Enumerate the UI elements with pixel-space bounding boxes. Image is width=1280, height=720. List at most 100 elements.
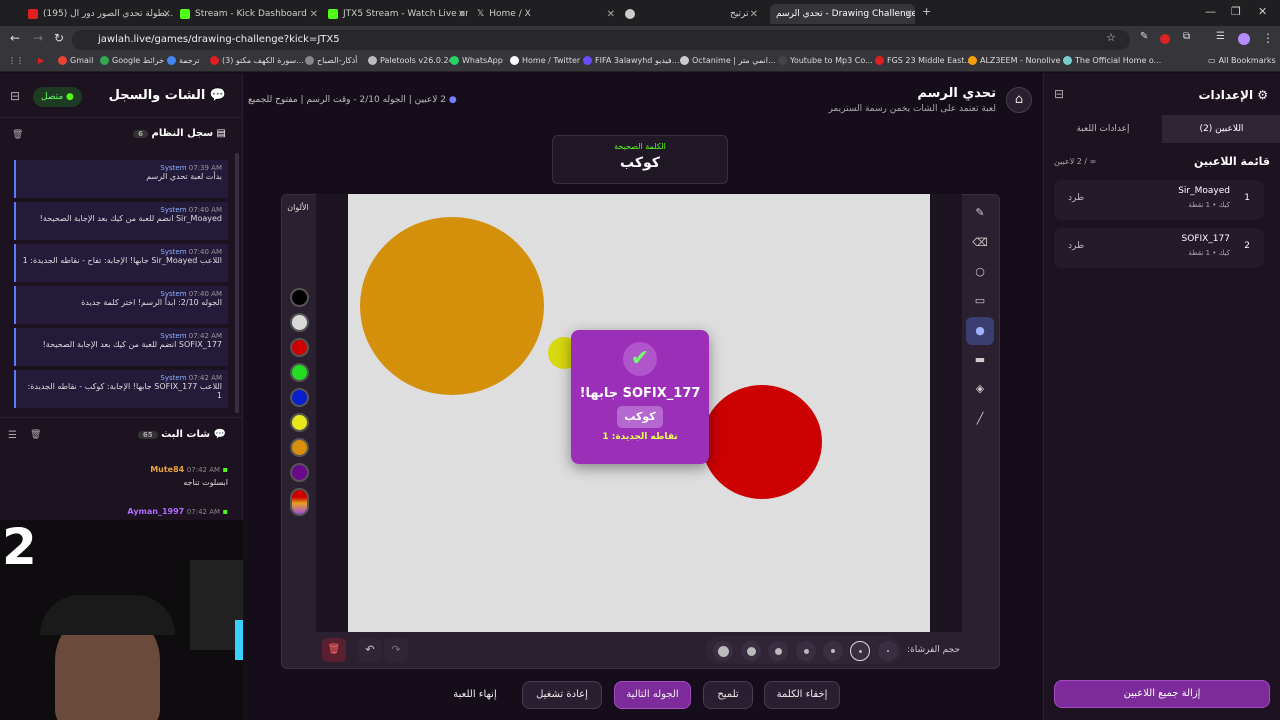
browser-tab-active[interactable]: تحدي الرسم - Drawing Challenge ✕ bbox=[770, 4, 915, 24]
restart-button[interactable]: إعادة تشغيل bbox=[522, 681, 602, 709]
minimize-icon[interactable]: — bbox=[1205, 5, 1216, 18]
webcam-overlay: 2 bbox=[0, 520, 243, 720]
maximize-icon[interactable]: ❐ bbox=[1231, 5, 1241, 18]
color-swatch[interactable] bbox=[290, 388, 309, 407]
trash-icon[interactable]: 🗑 bbox=[12, 130, 23, 140]
more-menu-icon[interactable]: ⋮ bbox=[1262, 31, 1274, 45]
bookmark-item[interactable]: Youtube to Mp3 Co... bbox=[778, 56, 873, 65]
tab-search-icon[interactable]: ☰ bbox=[1216, 31, 1225, 42]
scrollbar[interactable] bbox=[235, 153, 239, 413]
brush-size-option[interactable] bbox=[713, 641, 733, 661]
kick-player-button[interactable]: طرد bbox=[1068, 193, 1084, 203]
bookmark-item[interactable]: أذكار-الصباح bbox=[305, 56, 357, 65]
bookmark-item[interactable]: Octanime | انمي متر... bbox=[680, 56, 776, 65]
close-window-icon[interactable]: ✕ bbox=[1258, 5, 1267, 18]
bookmark-item[interactable]: The Official Home o... bbox=[1063, 56, 1161, 65]
color-swatch[interactable] bbox=[290, 413, 309, 432]
avatar[interactable] bbox=[1238, 33, 1250, 45]
browser-tab-bar: (195) بطولة تحدي الصور دور ال...✕ Stream… bbox=[0, 0, 1280, 26]
remove-all-players-button[interactable]: إزالة جميع اللاعبين bbox=[1054, 680, 1270, 708]
back-icon[interactable]: ← bbox=[10, 31, 20, 45]
new-tab-icon[interactable]: + bbox=[922, 5, 931, 18]
chat-panel: ⊟ متصل ● 💬 الشات والسجل 🗑 ▤ سجل النظام 6… bbox=[0, 73, 243, 720]
bookmark-item[interactable]: Gmail bbox=[58, 56, 93, 65]
popup-word: كوكب bbox=[617, 406, 663, 428]
log-item: System 07:40 AM الجوله 2/10: ابدأ الرسم! … bbox=[14, 286, 228, 324]
browser-tab[interactable]: (195) بطولة تحدي الصور دور ال...✕ bbox=[28, 4, 173, 24]
brush-size-option-selected[interactable] bbox=[850, 641, 870, 661]
bookmark-item[interactable]: FIFA 3alawyhd فيديو... bbox=[583, 56, 679, 65]
clear-canvas-icon[interactable]: 🗑 bbox=[322, 638, 346, 662]
color-swatch[interactable] bbox=[290, 363, 309, 382]
gear-icon: ⚙ bbox=[1253, 88, 1268, 102]
youtube-icon[interactable]: ▶ bbox=[38, 56, 44, 65]
player-row: 2 SOFIX_177 كيك • 1 نقطة طرد bbox=[1054, 228, 1264, 268]
home-icon[interactable]: ⌂ bbox=[1006, 87, 1032, 113]
bookmark-item[interactable]: WhatsApp bbox=[450, 56, 503, 65]
rectangle-fill-icon[interactable]: ▬ bbox=[966, 346, 994, 374]
popup-title: SOFIX_177 جابها! bbox=[579, 386, 701, 401]
kick-player-button[interactable]: طرد bbox=[1068, 241, 1084, 251]
pencil-icon[interactable]: ✎ bbox=[966, 199, 994, 227]
bookmark-item[interactable]: ترجمة bbox=[167, 56, 200, 65]
brush-size-option[interactable] bbox=[768, 641, 788, 661]
line-icon[interactable]: ╱ bbox=[966, 405, 994, 433]
url-input[interactable]: jawlah.live/games/drawing-challenge?kick… bbox=[72, 30, 1130, 50]
trash-icon[interactable]: 🗑 bbox=[30, 430, 41, 440]
brush-size-option[interactable] bbox=[823, 641, 843, 661]
panel-title: 💬 الشات والسجل bbox=[108, 88, 226, 103]
bookmark-item[interactable]: (3) سورة الكهف مكتو... bbox=[210, 56, 304, 65]
end-game-button[interactable]: إنهاء اللعبة bbox=[440, 681, 510, 709]
circle-fill-icon[interactable]: ● bbox=[966, 317, 994, 345]
color-swatch[interactable] bbox=[290, 438, 309, 457]
log-item: System 07:40 AM اللاعب Sir_Moayed جابها! … bbox=[14, 244, 228, 282]
apps-icon[interactable]: ⋮⋮ bbox=[8, 56, 24, 65]
browser-tab[interactable]: JTX5 Stream - Watch Live on Kic✕ bbox=[328, 4, 468, 24]
browser-tab[interactable]: Stream - Kick Dashboard ✕ bbox=[180, 4, 320, 24]
next-round-button[interactable]: الجوله التالية bbox=[614, 681, 691, 709]
rectangle-outline-icon[interactable]: ▭ bbox=[966, 287, 994, 315]
bookmark-item[interactable]: FGS 23 Middle East... bbox=[875, 56, 972, 65]
log-item: System 07:42 AM اللاعب SOFIX_177 جابها! ا… bbox=[14, 370, 228, 408]
bookmark-item[interactable]: Home / Twitter bbox=[510, 56, 580, 65]
star-icon[interactable]: ☆ bbox=[1106, 31, 1116, 44]
hide-word-button[interactable]: إخفاء الكلمة bbox=[764, 681, 840, 709]
browser-tab[interactable]: ترتيح bbox=[730, 4, 765, 24]
bookmark-item[interactable]: ALZ3EEM - Nonolive bbox=[968, 56, 1060, 65]
brush-size-option[interactable] bbox=[878, 641, 898, 661]
custom-color-picker[interactable] bbox=[290, 488, 309, 516]
extensions-puzzle-icon[interactable]: ⧉ bbox=[1183, 31, 1190, 42]
forward-icon[interactable]: → bbox=[33, 31, 43, 45]
color-swatch[interactable] bbox=[290, 313, 309, 332]
extension-icon[interactable]: ✎ bbox=[1140, 31, 1148, 42]
collapse-panel-icon[interactable]: ⊟ bbox=[10, 89, 20, 103]
section-title: 💬 شات البث 65 bbox=[137, 429, 226, 440]
drawn-circle bbox=[702, 385, 822, 499]
redo-icon[interactable]: ↷ bbox=[384, 638, 408, 662]
collapse-panel-icon[interactable]: ⊟ bbox=[1054, 87, 1064, 101]
overlay-number: 2 bbox=[2, 520, 37, 576]
color-swatch[interactable] bbox=[290, 463, 309, 482]
brush-size-option[interactable] bbox=[796, 641, 816, 661]
eraser-icon[interactable]: ⌫ bbox=[966, 229, 994, 257]
chat-message: ▪ Mute84 07:42 AM ابسلوت تناجه bbox=[150, 465, 228, 487]
settings-icon[interactable]: ☰ bbox=[8, 430, 17, 441]
tab-players[interactable]: اللاعبين (2) bbox=[1162, 115, 1280, 143]
undo-icon[interactable]: ↶ bbox=[358, 638, 382, 662]
fill-bucket-icon[interactable]: ◈ bbox=[966, 375, 994, 403]
all-bookmarks[interactable]: ▭ All Bookmarks bbox=[1208, 56, 1276, 65]
hint-button[interactable]: تلميح bbox=[703, 681, 753, 709]
color-swatch[interactable] bbox=[290, 288, 309, 307]
brush-size-option[interactable] bbox=[741, 641, 761, 661]
tab-game-settings[interactable]: إعدادات اللعبة bbox=[1044, 115, 1162, 143]
chat-icon: 💬 bbox=[205, 88, 226, 103]
players-count: ∞ / 2 لاعبين bbox=[1054, 157, 1097, 166]
color-swatch[interactable] bbox=[290, 338, 309, 357]
bookmark-item[interactable]: Google خرائط bbox=[100, 56, 164, 65]
browser-tab[interactable]: 𝕏 Home / X ✕ bbox=[477, 4, 617, 24]
circle-outline-icon[interactable]: ○ bbox=[966, 258, 994, 286]
log-item: System 07:40 AM Sir_Moayed انضم للعبة من … bbox=[14, 202, 228, 240]
reload-icon[interactable]: ↻ bbox=[54, 31, 64, 45]
extension-icon[interactable] bbox=[1160, 34, 1170, 44]
bookmark-item[interactable]: Paletools v26.0.24 bbox=[368, 56, 454, 65]
